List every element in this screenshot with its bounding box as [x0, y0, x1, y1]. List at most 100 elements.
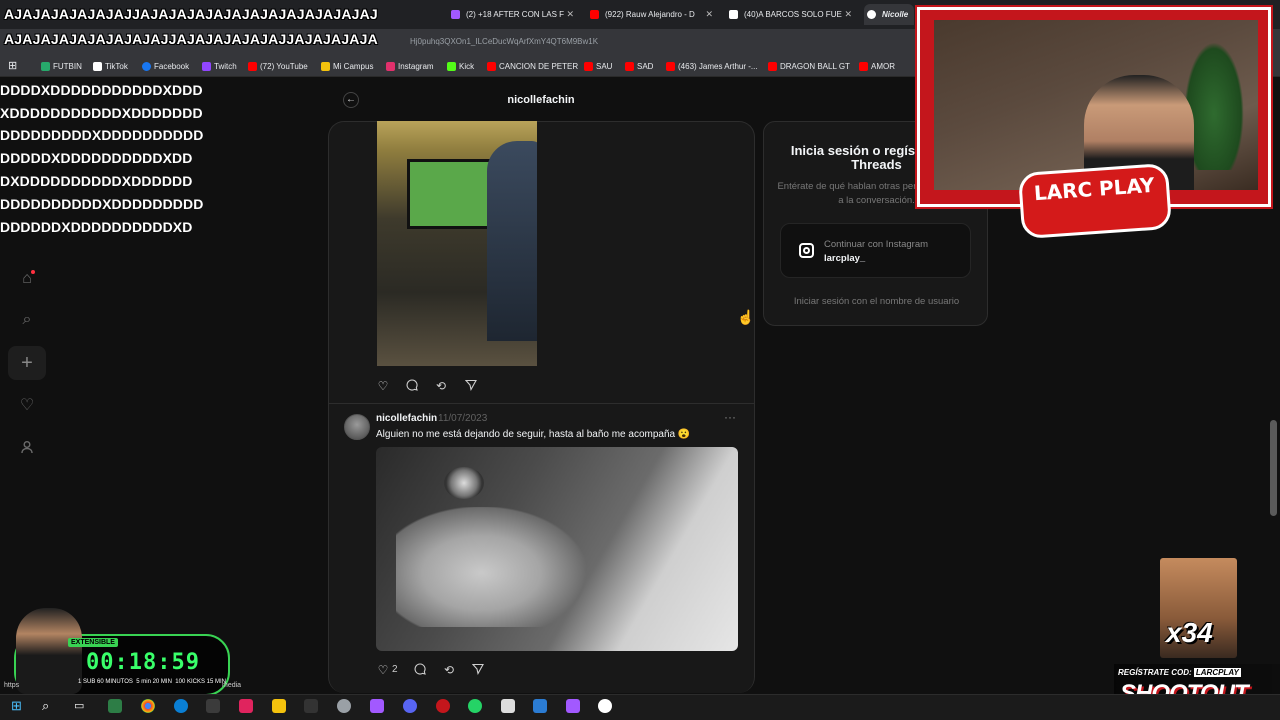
- close-tab-icon[interactable]: ✕: [566, 4, 574, 25]
- app-icon[interactable]: [566, 699, 580, 713]
- timer-avatar: [16, 608, 82, 694]
- bookmark-youtube[interactable]: (72) YouTube: [247, 56, 308, 77]
- bookmark-sad[interactable]: SAD: [624, 56, 653, 77]
- bookmark-cancion-de-peter[interactable]: CANCION DE PETER: [486, 56, 578, 77]
- promo-code: LARCPLAY: [1193, 668, 1241, 677]
- url-fragment: https: [4, 682, 20, 689]
- share-icon[interactable]: [471, 663, 485, 677]
- bookmark-tiktok[interactable]: TikTok: [92, 56, 128, 77]
- share-icon[interactable]: [464, 379, 478, 393]
- youtube-icon: [584, 62, 593, 71]
- bookmark-mi-campus[interactable]: Mi Campus: [320, 56, 373, 77]
- post-date: 11/07/2023: [438, 413, 488, 424]
- store-icon[interactable]: [108, 699, 122, 713]
- bookmark-dragon-ball-gt[interactable]: DRAGON BALL GT: [767, 56, 850, 77]
- screen: AJAJAJAJAJAJAJJAJAJAJAJAJAJAJAJAJAJAJAJA…: [0, 0, 1280, 720]
- tv-screen: [407, 159, 497, 229]
- bookmark-facebook[interactable]: Facebook: [141, 56, 189, 77]
- profile-icon[interactable]: [18, 440, 36, 458]
- post-username[interactable]: nicollefachin: [376, 413, 437, 424]
- discord-icon[interactable]: [403, 699, 417, 713]
- notification-dot: [31, 270, 35, 274]
- folder-icon[interactable]: [272, 699, 286, 713]
- facebook-icon: [142, 62, 151, 71]
- task-view-icon[interactable]: ▭: [74, 699, 88, 713]
- instagram-icon: [386, 62, 395, 71]
- tiktok-icon: [93, 62, 102, 71]
- app-icon[interactable]: [239, 699, 253, 713]
- bookmark-kick[interactable]: Kick: [446, 56, 474, 77]
- browser-tab-active[interactable]: Nicolle: [864, 4, 914, 25]
- futbin-icon: [41, 62, 50, 71]
- timer-legend: 1 SUB 60 MINUTOS 5 min 20 MIN 100 KICKS …: [78, 679, 226, 685]
- continue-with-instagram-button[interactable]: Continuar con Instagram larcplay_: [780, 223, 971, 278]
- repost-icon[interactable]: ⟲: [434, 379, 448, 393]
- twitch-icon: [202, 62, 211, 71]
- comment-icon[interactable]: [413, 663, 427, 677]
- edge-icon[interactable]: [174, 699, 188, 713]
- chrome-icon[interactable]: [141, 699, 155, 713]
- threads-icon[interactable]: [598, 699, 612, 713]
- like-icon[interactable]: ♡: [376, 379, 390, 393]
- heart-icon[interactable]: ♡: [18, 397, 36, 415]
- chat-overlay-line-1: AJAJAJAJAJAJAJJAJAJAJAJAJAJAJAJAJAJAJAJA…: [4, 6, 378, 22]
- whatsapp-icon[interactable]: [468, 699, 482, 713]
- more-options-icon[interactable]: ···: [724, 410, 736, 424]
- fan-shape: [444, 467, 484, 499]
- search-icon[interactable]: ⌕: [42, 699, 56, 713]
- bookmark-twitch[interactable]: Twitch: [201, 56, 237, 77]
- chat-overlay-line-2: AJAJAJAJAJAJAJAJAJJAJAJAJAJAJAJJAJAJAJAJ…: [4, 31, 378, 47]
- bookmark-instagram[interactable]: Instagram: [385, 56, 434, 77]
- hand-cursor-icon: ☝: [737, 309, 755, 325]
- meme-counter: x34: [1166, 617, 1213, 648]
- app-icon[interactable]: [304, 699, 318, 713]
- app-icon[interactable]: [206, 699, 220, 713]
- word-icon[interactable]: [533, 699, 547, 713]
- browser-tab-1[interactable]: (2) +18 AFTER CON LAS F ✕: [448, 4, 576, 25]
- url-input[interactable]: Hj0puhq3QXOn1_ILCeDucWqArfXmY4QT6M9Bw1K: [410, 33, 830, 51]
- windows-start-icon[interactable]: ⊞: [11, 699, 25, 713]
- folder-icon: [321, 62, 330, 71]
- youtube-icon: [625, 62, 634, 71]
- avatar[interactable]: [344, 414, 370, 440]
- scrollbar[interactable]: [1270, 420, 1277, 516]
- instagram-username: larcplay_: [824, 253, 866, 264]
- chat-overlay-d-line: DDDDDDXDDDDDDDDDDXD: [0, 219, 193, 235]
- like-icon[interactable]: ♡: [376, 663, 390, 677]
- close-tab-icon[interactable]: ✕: [844, 4, 852, 25]
- tab-favicon-icon: [451, 10, 460, 19]
- post-image-dog[interactable]: [376, 447, 738, 651]
- bookmark-sau[interactable]: SAU: [583, 56, 612, 77]
- apps-grid-icon[interactable]: ⊞: [8, 56, 17, 77]
- chat-overlay-d-line: DDDDDDDDDXDDDDDDDDDD: [0, 127, 204, 143]
- youtube-icon: [666, 62, 675, 71]
- app-icon[interactable]: [370, 699, 384, 713]
- youtube-icon: [859, 62, 868, 71]
- bookmark-james-arthur[interactable]: (463) James Arthur -...: [665, 56, 758, 77]
- post-image-tv[interactable]: [377, 121, 537, 366]
- youtube-icon: [768, 62, 777, 71]
- kick-icon: [447, 62, 456, 71]
- browser-tab-2[interactable]: (922) Rauw Alejandro - D ✕: [587, 4, 715, 25]
- bookmark-amor[interactable]: AMOR: [858, 56, 895, 77]
- comment-icon[interactable]: [405, 379, 419, 393]
- youtube-icon: [487, 62, 496, 71]
- youtube-icon: [248, 62, 257, 71]
- search-icon[interactable]: ⌕: [18, 311, 36, 329]
- back-button[interactable]: ←: [343, 92, 359, 108]
- app-icon[interactable]: [436, 699, 450, 713]
- chat-overlay-d-line: DXDDDDDDDDDDXDDDDDD: [0, 173, 193, 189]
- app-icon[interactable]: [501, 699, 515, 713]
- plus-icon: +: [21, 352, 33, 374]
- browser-tab-3[interactable]: (40)A BARCOS SOLO FUE ✕: [726, 4, 854, 25]
- app-icon[interactable]: [337, 699, 351, 713]
- page-title: nicollefachin: [507, 94, 575, 106]
- repost-icon[interactable]: ⟲: [442, 663, 456, 677]
- username-login-link[interactable]: Iniciar sesión con el nombre de usuario: [764, 296, 987, 307]
- chat-overlay-d-line: DDDDDDDDDDXDDDDDDDDD: [0, 196, 204, 212]
- chat-overlay-d-line: DDDDDXDDDDDDDDDDXDD: [0, 150, 193, 166]
- chat-overlay-d-line: DDDDXDDDDDDDDDDDXDDD: [0, 82, 203, 98]
- close-tab-icon[interactable]: ✕: [705, 4, 713, 25]
- bookmark-futbin[interactable]: FUTBIN: [40, 56, 82, 77]
- webcam-video: [934, 20, 1258, 190]
